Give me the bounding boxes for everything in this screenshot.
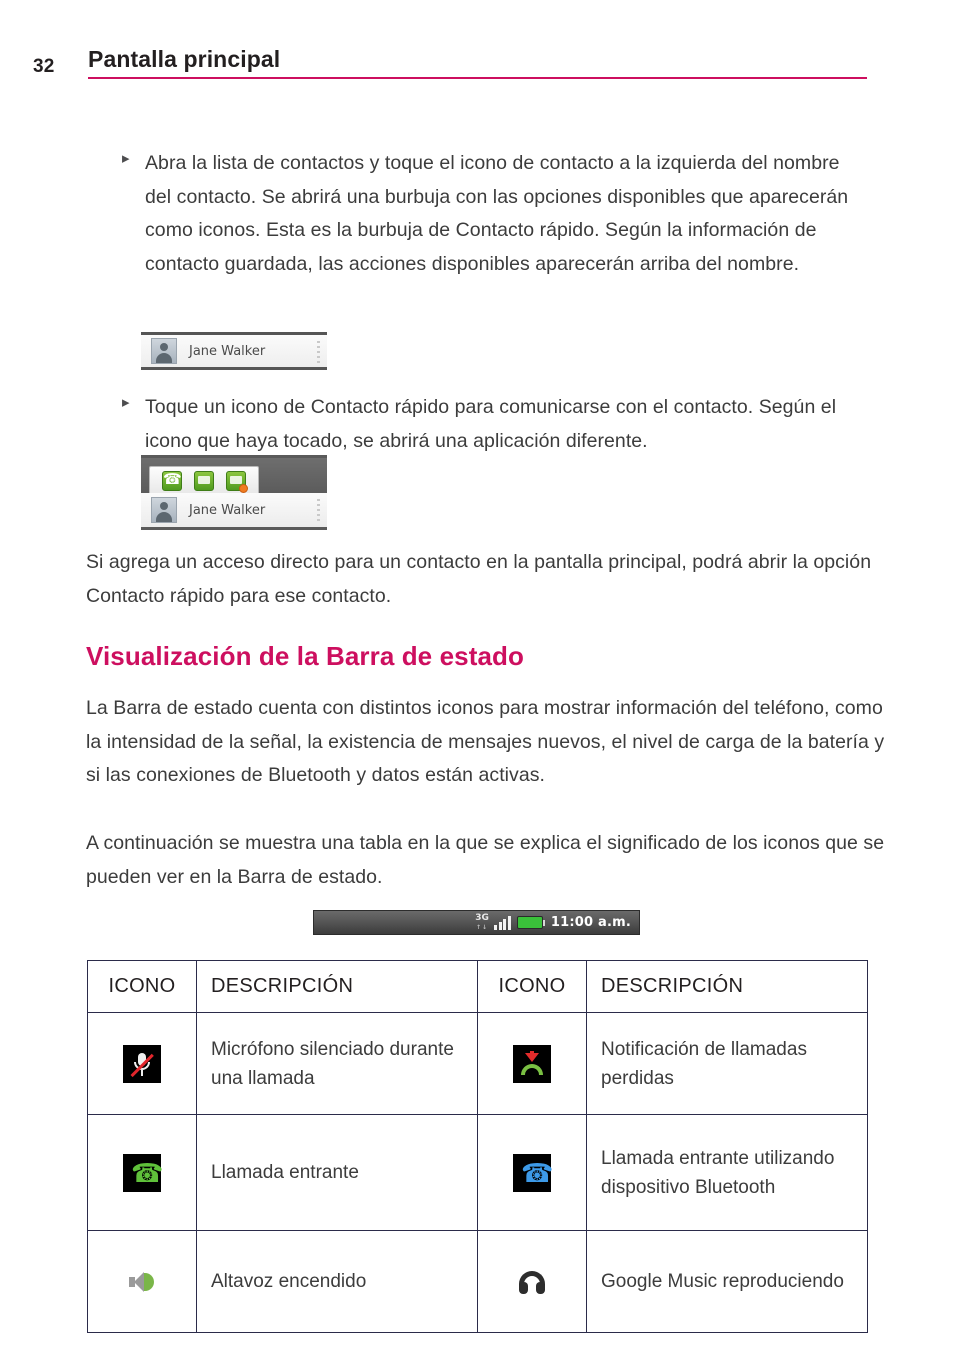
- figure-status-bar: 3G ↑↓ 11:00 a.m.: [313, 910, 640, 935]
- bullet-item-1: ▸ Abra la lista de contactos y toque el …: [122, 147, 862, 281]
- contact-name-label: Jane Walker: [189, 343, 266, 359]
- headphones-icon: [513, 1262, 551, 1301]
- icon-cell: [87, 1012, 197, 1115]
- icon-cell: ☎: [87, 1114, 197, 1231]
- contact-list-row: Jane Walker: [141, 335, 327, 367]
- column-header-desc-left: DESCRIPCIÓN: [196, 960, 478, 1013]
- contact-scroll-indicator: [317, 341, 320, 363]
- status-icon-table: ICONO DESCRIPCIÓN ICONO DESCRIPCIÓN Micr…: [87, 960, 868, 1333]
- bullet-item-2: ▸ Toque un icono de Contacto rápido para…: [122, 391, 862, 458]
- message-unread-icon[interactable]: [226, 471, 248, 493]
- page-header: 32 Pantalla principal: [0, 46, 954, 90]
- contact-list-row: Jane Walker: [141, 493, 327, 527]
- figure-contact-row: Jane Walker: [141, 332, 327, 370]
- incoming-call-icon: ☎: [123, 1153, 163, 1192]
- bluetooth-call-icon: ☎: [513, 1153, 553, 1192]
- network-3g-icon: 3G ↑↓: [475, 912, 489, 931]
- icon-description: Llamada entrante utilizando dispositivo …: [586, 1114, 868, 1231]
- unread-badge-icon: [239, 484, 248, 493]
- paragraph-shortcut: Si agrega un acceso directo para un cont…: [86, 551, 872, 607]
- icon-description: Micrófono silenciado durante una llamada: [196, 1012, 478, 1115]
- section-heading: Visualización de la Barra de estado: [86, 641, 524, 671]
- bullet-marker-icon: ▸: [122, 150, 130, 167]
- contact-avatar-icon: [151, 338, 177, 364]
- paragraph-statusbar-intro: La Barra de estado cuenta con distintos …: [86, 697, 885, 786]
- speaker-on-icon: [123, 1262, 161, 1301]
- microphone-muted-icon: [123, 1044, 161, 1083]
- phone-icon[interactable]: [162, 470, 182, 491]
- signal-bars-icon: [493, 915, 511, 930]
- contact-avatar-icon: [151, 497, 177, 523]
- figure-quick-contact-bubble: Jane Walker: [141, 455, 327, 530]
- bullet-marker-icon: ▸: [122, 394, 130, 411]
- bullet-text-1: Abra la lista de contactos y toque el ic…: [145, 152, 849, 275]
- contact-scroll-indicator: [317, 499, 320, 521]
- icon-cell: [87, 1230, 197, 1333]
- quick-contact-icon-strip: [149, 466, 259, 496]
- table-header-row: ICONO DESCRIPCIÓN ICONO DESCRIPCIÓN: [87, 960, 868, 1013]
- table-row: Micrófono silenciado durante una llamada…: [87, 1012, 868, 1115]
- column-header-desc-right: DESCRIPCIÓN: [586, 960, 868, 1013]
- icon-cell: [477, 1230, 587, 1333]
- icon-cell: ☎: [477, 1114, 587, 1231]
- bullet-text-2: Toque un icono de Contacto rápido para c…: [145, 396, 837, 452]
- icon-description: Altavoz encendido: [196, 1230, 478, 1333]
- icon-description: Google Music reproduciendo: [586, 1230, 868, 1333]
- status-bar-time: 11:00 a.m.: [550, 915, 631, 930]
- page-title: Pantalla principal: [88, 46, 281, 72]
- icon-description: Notificación de llamadas perdidas: [586, 1012, 868, 1115]
- missed-call-icon: [513, 1044, 551, 1083]
- message-icon[interactable]: [194, 471, 214, 491]
- contact-name-label: Jane Walker: [189, 502, 266, 518]
- icon-cell: [477, 1012, 587, 1115]
- paragraph-table-intro: A continuación se muestra una tabla en l…: [86, 832, 885, 888]
- table-row: ☎ Llamada entrante ☎ Llamada entrante ut…: [87, 1114, 868, 1231]
- table-row: Altavoz encendido Google Music reproduci…: [87, 1230, 868, 1333]
- icon-description: Llamada entrante: [196, 1114, 478, 1231]
- column-header-icon-right: ICONO: [477, 960, 587, 1013]
- page-number: 32: [33, 56, 55, 77]
- header-divider: [88, 77, 867, 79]
- battery-icon: [516, 916, 545, 929]
- column-header-icon-left: ICONO: [87, 960, 197, 1013]
